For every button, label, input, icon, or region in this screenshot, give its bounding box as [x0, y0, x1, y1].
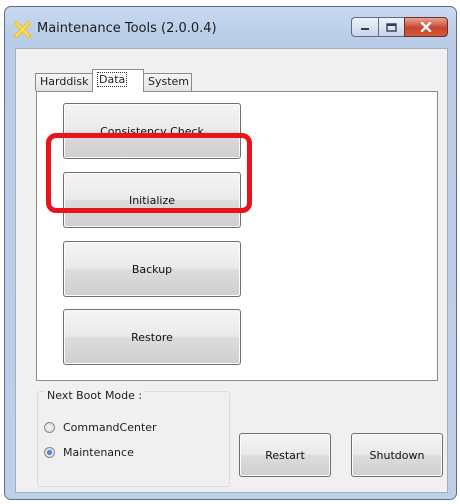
close-button[interactable] [404, 17, 448, 37]
restart-label: Restart [265, 448, 305, 462]
next-boot-mode-label: Next Boot Mode : [45, 389, 145, 402]
boot-option-maintenance[interactable]: Maintenance [44, 446, 134, 459]
maximize-button[interactable] [378, 17, 404, 37]
tab-data-label: Data [97, 72, 128, 87]
backup-label: Backup [131, 262, 173, 276]
tab-system[interactable]: System [143, 73, 192, 91]
backup-button[interactable]: Backup [63, 241, 241, 297]
tab-harddisk[interactable]: Harddisk [35, 73, 93, 91]
window-title: Maintenance Tools (2.0.0.4) [37, 21, 217, 36]
tab-data[interactable]: Data [92, 69, 144, 92]
minimize-icon [361, 28, 369, 30]
maximize-icon [386, 22, 397, 32]
app-icon [14, 21, 31, 38]
maintenance-label: Maintenance [63, 446, 134, 459]
tab-system-label: System [148, 75, 190, 88]
consistency-check-label: Consistency Check [100, 124, 204, 138]
client-area: Harddisk Data System Consistency Check I… [15, 48, 448, 493]
minimize-button[interactable] [351, 17, 378, 37]
restore-button[interactable]: Restore [63, 309, 241, 365]
next-boot-mode-group [37, 391, 230, 487]
title-bar[interactable]: Maintenance Tools (2.0.0.4) [5, 7, 456, 47]
shutdown-label: Shutdown [369, 448, 425, 462]
data-tab-panel: Consistency Check Initialize Backup Rest… [36, 91, 438, 381]
radio-maintenance[interactable] [44, 447, 55, 458]
boot-option-commandcenter[interactable]: CommandCenter [44, 421, 157, 434]
close-icon [420, 22, 432, 32]
commandcenter-label: CommandCenter [63, 421, 157, 434]
initialize-label: Initialize [128, 193, 176, 207]
restart-button[interactable]: Restart [239, 433, 331, 477]
tab-harddisk-label: Harddisk [40, 75, 89, 88]
radio-commandcenter[interactable] [44, 422, 55, 433]
caption-buttons [351, 17, 448, 39]
restore-label: Restore [131, 330, 173, 344]
consistency-check-button[interactable]: Consistency Check [63, 103, 241, 159]
maintenance-tools-window: Maintenance Tools (2.0.0.4) Harddisk Dat… [4, 6, 457, 500]
shutdown-button[interactable]: Shutdown [351, 433, 443, 477]
initialize-button[interactable]: Initialize [63, 172, 241, 228]
